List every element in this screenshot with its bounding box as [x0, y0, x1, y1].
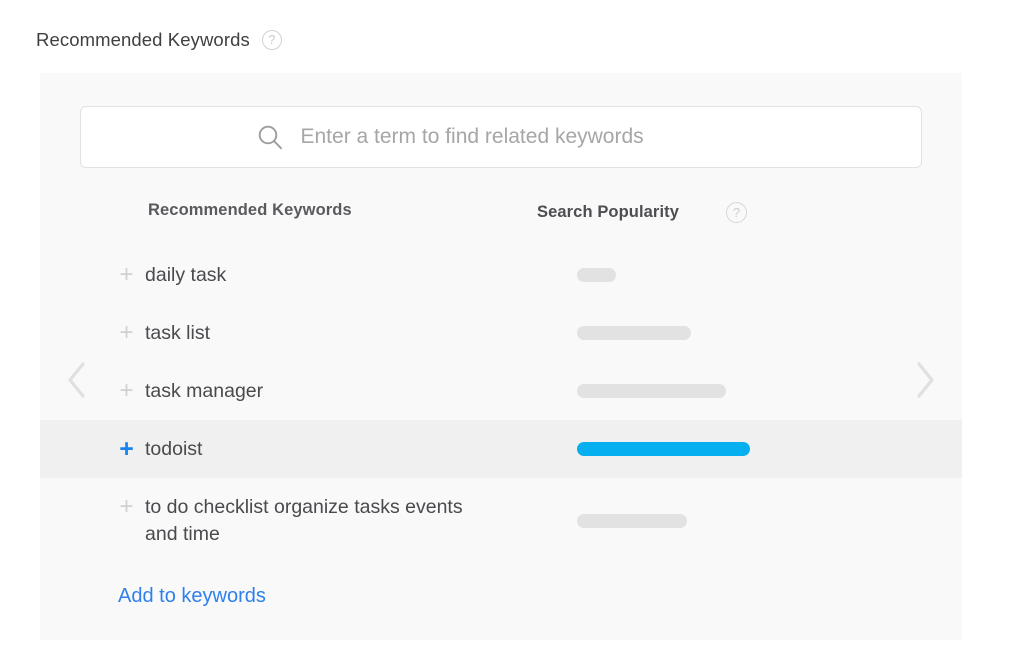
popularity-bar	[577, 268, 616, 282]
keyword-label: todoist	[145, 436, 202, 463]
add-keyword-icon[interactable]: +	[118, 320, 135, 346]
chevron-right-icon[interactable]	[908, 356, 942, 404]
recommended-keywords-screen: Recommended Keywords ? Recommended Keywo…	[0, 0, 1024, 657]
row-keyword-cell: + daily task	[118, 262, 226, 289]
popularity-cell	[577, 514, 687, 528]
keyword-rows: + daily task + task list	[40, 246, 962, 554]
popularity-bar	[577, 384, 726, 398]
page-title-row: Recommended Keywords ?	[36, 26, 282, 54]
popularity-bar	[577, 326, 691, 340]
column-header-popularity: Search Popularity	[537, 203, 679, 222]
table-row[interactable]: + task manager	[40, 362, 962, 420]
add-keyword-icon[interactable]: +	[118, 494, 135, 520]
row-keyword-cell: + task manager	[118, 378, 263, 405]
search-box[interactable]	[80, 106, 922, 168]
add-to-keywords-link[interactable]: Add to keywords	[118, 585, 266, 608]
search-input[interactable]	[301, 125, 731, 149]
popularity-cell	[577, 326, 691, 340]
popularity-cell	[577, 268, 616, 282]
table-row-selected[interactable]: + todoist	[40, 420, 962, 478]
table-row[interactable]: + to do checklist organize tasks events …	[40, 478, 962, 554]
chevron-left-icon[interactable]	[60, 356, 94, 404]
popularity-help-icon[interactable]: ?	[726, 202, 747, 223]
help-icon[interactable]: ?	[262, 30, 282, 50]
popularity-cell	[577, 384, 726, 398]
table-column-headers: Recommended Keywords Search Popularity ?	[40, 198, 962, 236]
table-row[interactable]: + daily task	[40, 246, 962, 304]
row-keyword-cell: + task list	[118, 320, 210, 347]
row-keyword-cell: + todoist	[118, 436, 202, 463]
row-keyword-cell: + to do checklist organize tasks events …	[118, 494, 490, 548]
column-header-keywords: Recommended Keywords	[148, 201, 352, 220]
popularity-bar	[577, 514, 687, 528]
keyword-label: daily task	[145, 262, 226, 289]
add-keyword-icon[interactable]: +	[118, 436, 135, 462]
keyword-label: task manager	[145, 378, 263, 405]
search-icon	[256, 123, 284, 151]
popularity-bar	[577, 442, 750, 456]
keywords-panel: Recommended Keywords Search Popularity ?…	[40, 73, 962, 640]
search-inner	[256, 123, 731, 151]
add-keyword-icon[interactable]: +	[118, 378, 135, 404]
add-keyword-icon[interactable]: +	[118, 262, 135, 288]
popularity-cell	[577, 442, 750, 456]
table-row[interactable]: + task list	[40, 304, 962, 362]
page-title: Recommended Keywords	[36, 29, 250, 51]
keyword-label: task list	[145, 320, 210, 347]
keyword-label: to do checklist organize tasks events an…	[145, 494, 490, 548]
